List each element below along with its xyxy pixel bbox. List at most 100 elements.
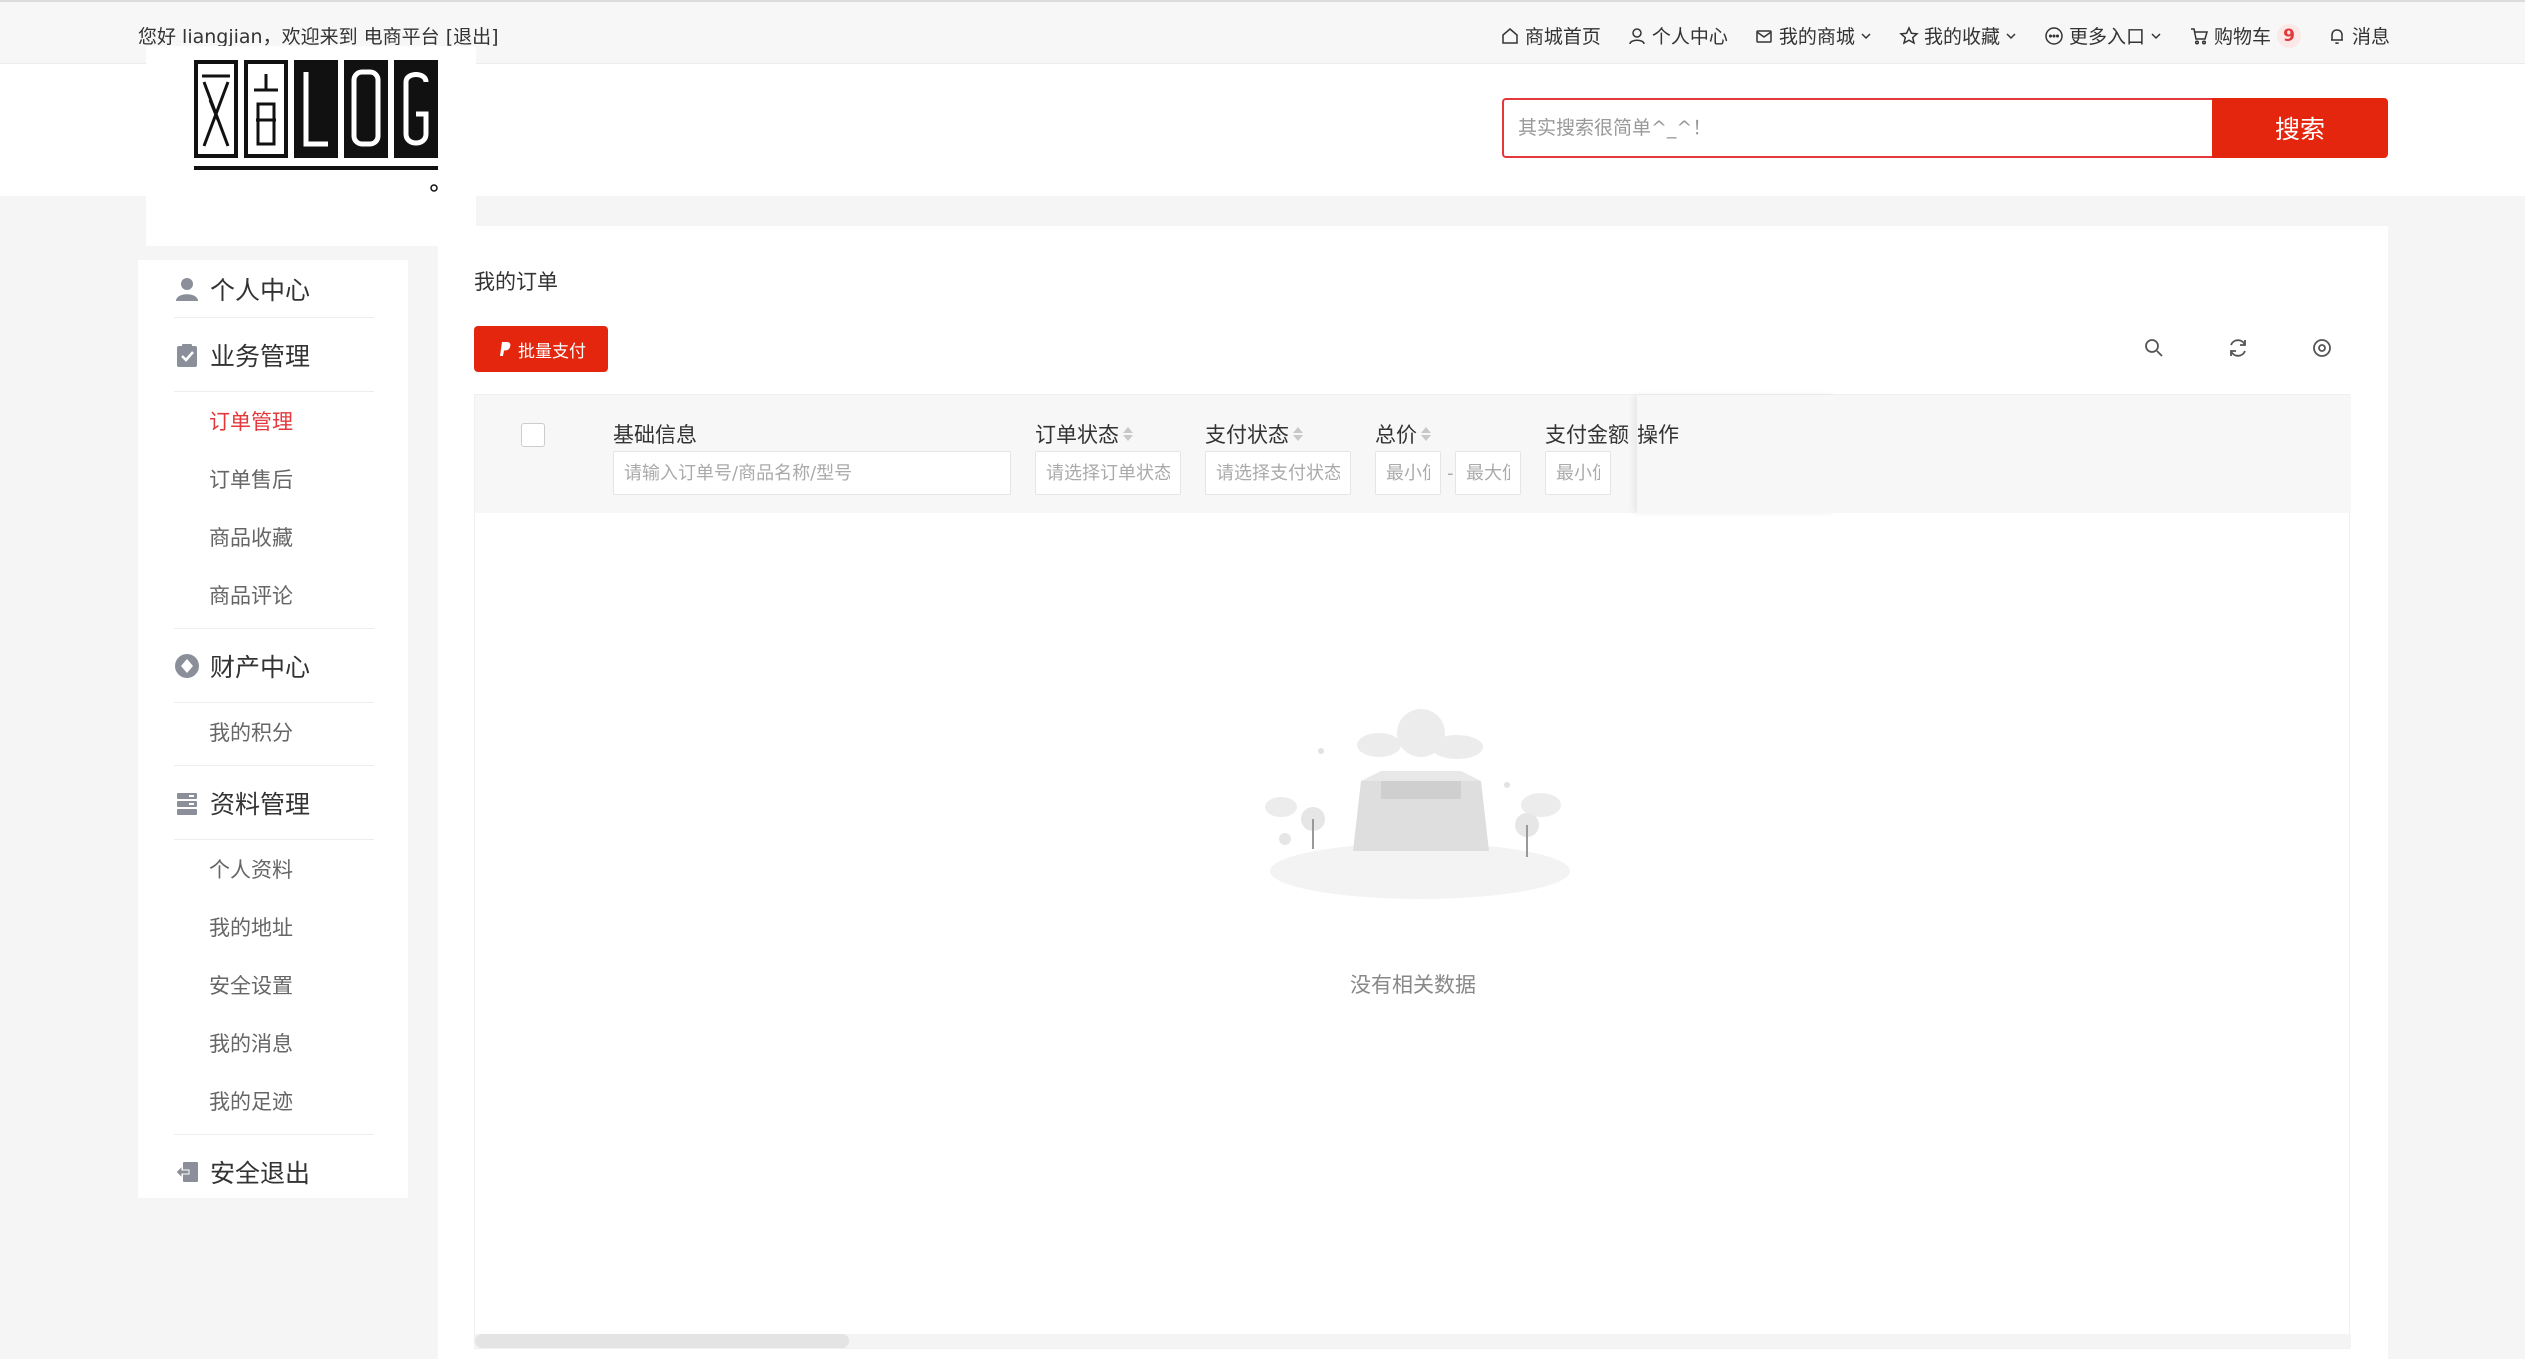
chevron-down-icon xyxy=(1861,32,1871,39)
sidebar-item-after-sales[interactable]: 订单售后 xyxy=(174,450,374,508)
nav-favorites[interactable]: 我的收藏 xyxy=(1899,22,2018,49)
sidebar-item-my-address[interactable]: 我的地址 xyxy=(174,898,374,956)
paypal-icon xyxy=(500,342,511,356)
nav-my-mall[interactable]: 我的商城 xyxy=(1754,22,1873,49)
database-icon xyxy=(177,792,197,815)
sidebar-item-my-footprints[interactable]: 我的足迹 xyxy=(174,1072,374,1130)
nav-user-center-label: 个人中心 xyxy=(1651,26,1728,48)
empty-box-illustration xyxy=(1265,709,1570,899)
batch-pay-label: 批量支付 xyxy=(518,341,586,362)
nav-user-center[interactable]: 个人中心 xyxy=(1627,22,1728,49)
horizontal-scrollbar[interactable] xyxy=(475,1334,2351,1348)
logout-link[interactable]: [退出] xyxy=(446,26,499,48)
refresh-icon[interactable] xyxy=(2226,336,2250,360)
mail-icon xyxy=(1756,29,1772,43)
empty-state: 没有相关数据 xyxy=(475,513,2351,1348)
sidebar-group-label: 个人中心 xyxy=(210,275,311,305)
sidebar-group-label: 安全退出 xyxy=(210,1159,311,1188)
search-bar: 搜索 xyxy=(1502,98,2388,158)
sort-icon[interactable] xyxy=(1123,427,1133,441)
user-icon xyxy=(176,277,198,301)
column-header-operation: 操作 xyxy=(1637,395,1837,513)
sidebar: 个人中心 业务管理 订单管理 订单售后 商品收藏 商品评论 财产中心 我的积分 … xyxy=(138,260,408,1198)
settings-icon[interactable] xyxy=(2310,336,2334,360)
order-status-filter[interactable] xyxy=(1035,451,1181,495)
sidebar-item-security-settings[interactable]: 安全设置 xyxy=(174,956,374,1014)
user-icon xyxy=(1629,27,1645,44)
nav-messages-label: 消息 xyxy=(2351,26,2390,48)
column-header-total[interactable]: 总价 xyxy=(1375,419,1431,449)
column-header-label: 操作 xyxy=(1637,423,1679,447)
sort-icon[interactable] xyxy=(1293,427,1303,441)
cart-icon xyxy=(2190,27,2208,45)
bell-icon xyxy=(2330,28,2343,44)
nav-home-label: 商城首页 xyxy=(1524,26,1601,48)
sidebar-group-business[interactable]: 业务管理 xyxy=(174,318,374,392)
table-toolbar xyxy=(2082,336,2334,360)
sidebar-group-user-center[interactable]: 个人中心 xyxy=(174,260,374,318)
clipboard-icon xyxy=(177,343,197,367)
basic-info-filter[interactable] xyxy=(613,451,1011,495)
greeting: 您好 liangjian，欢迎来到 电商平台 [退出] xyxy=(138,22,499,49)
sidebar-item-order-management[interactable]: 订单管理 xyxy=(174,392,374,450)
search-button[interactable]: 搜索 xyxy=(2212,98,2388,158)
sidebar-group-assets[interactable]: 财产中心 xyxy=(174,629,374,703)
column-header-order-status[interactable]: 订单状态 xyxy=(1035,419,1133,449)
sidebar-group-label: 财产中心 xyxy=(210,652,311,682)
sidebar-item-my-points[interactable]: 我的积分 xyxy=(174,703,374,761)
orders-table: 基础信息 订单状态 支付状态 总价 - 支付金额 xyxy=(474,394,2351,1349)
diamond-icon xyxy=(175,653,199,678)
sort-icon[interactable] xyxy=(1421,427,1431,441)
pay-amount-min-filter[interactable] xyxy=(1545,451,1611,495)
pay-status-filter[interactable] xyxy=(1205,451,1351,495)
cart-count-badge: 9 xyxy=(2276,23,2301,48)
sidebar-sublist-assets: 我的积分 xyxy=(174,703,374,766)
site-logo[interactable] xyxy=(146,46,476,246)
empty-state-text: 没有相关数据 xyxy=(1350,973,1476,997)
search-icon[interactable] xyxy=(2142,336,2166,360)
table-header: 基础信息 订单状态 支付状态 总价 - 支付金额 xyxy=(475,395,2351,513)
sidebar-item-product-reviews[interactable]: 商品评论 xyxy=(174,566,374,624)
home-icon xyxy=(1502,27,1518,44)
page-title: 我的订单 xyxy=(474,270,558,294)
column-header-label: 支付金额 xyxy=(1545,423,1629,447)
sidebar-item-product-favorites[interactable]: 商品收藏 xyxy=(174,508,374,566)
nav-home[interactable]: 商城首页 xyxy=(1500,22,1601,49)
column-header-pay-amount: 支付金额 xyxy=(1545,419,1631,449)
greeting-text: 您好 liangjian，欢迎来到 电商平台 xyxy=(138,26,440,48)
column-header-pay-status[interactable]: 支付状态 xyxy=(1205,419,1303,449)
column-header-label: 订单状态 xyxy=(1035,423,1119,447)
nav-favorites-label: 我的收藏 xyxy=(1923,26,2000,48)
logout-icon xyxy=(175,1162,198,1182)
chevron-down-icon xyxy=(2151,32,2161,39)
nav-cart-label: 购物车 xyxy=(2213,26,2271,48)
total-max-filter[interactable] xyxy=(1455,451,1521,495)
batch-pay-button[interactable]: 批量支付 xyxy=(474,326,608,372)
scrollbar-thumb[interactable] xyxy=(475,1334,849,1348)
sidebar-group-logout[interactable]: 安全退出 xyxy=(174,1135,374,1209)
column-header-basic: 基础信息 xyxy=(613,419,697,449)
column-header-label: 支付状态 xyxy=(1205,423,1289,447)
sidebar-sublist-profile: 个人资料 我的地址 安全设置 我的消息 我的足迹 xyxy=(174,840,374,1135)
sidebar-group-label: 资料管理 xyxy=(210,789,311,819)
total-min-filter[interactable] xyxy=(1375,451,1441,495)
search-input[interactable] xyxy=(1502,98,2212,158)
sidebar-group-profile[interactable]: 资料管理 xyxy=(174,766,374,840)
star-icon xyxy=(1899,25,1919,44)
sidebar-group-label: 业务管理 xyxy=(210,341,311,371)
nav-my-mall-label: 我的商城 xyxy=(1778,26,1855,48)
sidebar-item-personal-info[interactable]: 个人资料 xyxy=(174,840,374,898)
logo-image xyxy=(194,60,438,192)
range-separator: - xyxy=(1447,463,1454,484)
top-nav: 商城首页 个人中心 我的商城 我的收藏 更多入口 购物车 9 消息 xyxy=(1474,22,2390,49)
nav-messages[interactable]: 消息 xyxy=(2327,22,2390,49)
sidebar-item-my-messages[interactable]: 我的消息 xyxy=(174,1014,374,1072)
nav-more-label: 更多入口 xyxy=(2068,26,2145,48)
nav-cart[interactable]: 购物车 9 xyxy=(2189,22,2301,49)
sidebar-sublist-business: 订单管理 订单售后 商品收藏 商品评论 xyxy=(174,392,374,629)
chevron-down-icon xyxy=(2006,32,2016,39)
column-header-label: 总价 xyxy=(1375,423,1417,447)
select-all-checkbox[interactable] xyxy=(521,423,545,447)
column-header-label: 基础信息 xyxy=(613,423,697,447)
nav-more[interactable]: 更多入口 xyxy=(2044,22,2163,49)
